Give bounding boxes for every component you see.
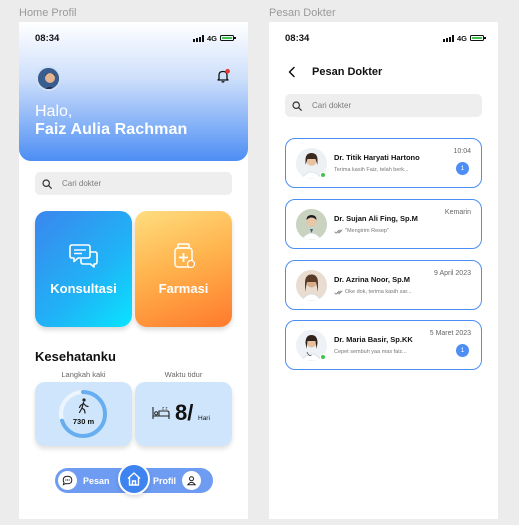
chat-time: 5 Maret 2023	[429, 330, 471, 337]
double-check-icon	[334, 290, 343, 295]
search-placeholder: Cari dokter	[62, 179, 102, 188]
frame-label-pesan: Pesan Dokter	[269, 7, 336, 19]
chat-preview-text: Oke dok, terima kasih sar...	[345, 289, 412, 295]
doctor-name: Dr. Maria Basir, Sp.KK	[334, 335, 413, 344]
nav-profil[interactable]: Profil	[153, 471, 202, 490]
double-check-icon	[334, 229, 343, 234]
konsultasi-label: Konsultasi	[50, 281, 117, 296]
medicine-bottle-icon	[173, 243, 195, 269]
signal-icon	[442, 34, 454, 42]
search-icon	[292, 100, 302, 111]
network-label: 4G	[206, 33, 217, 43]
search-placeholder: Cari dokter	[312, 101, 352, 110]
doctor-avatar	[296, 209, 327, 240]
steps-value: 730 m	[72, 417, 95, 426]
chat-item[interactable]: Dr. Sujan Ali Fing, Sp.M "Mengirim Resep…	[285, 199, 482, 249]
online-indicator	[320, 354, 326, 360]
status-bar: 08:34 4G	[35, 32, 236, 44]
chat-time: 10:04	[453, 148, 471, 155]
section-title: Kesehatanku	[35, 349, 116, 364]
nav-profil-label: Profil	[153, 475, 177, 486]
chat-preview: Terima kasih Faiz, telah berk...	[334, 167, 409, 173]
chat-item[interactable]: Dr. Azrina Noor, Sp.M Oke dok, terima ka…	[285, 260, 482, 310]
chat-item[interactable]: Dr. Titik Haryati Hartono Terima kasih F…	[285, 138, 482, 188]
chat-preview: Cepet sembuh yaa mas faiz...	[334, 349, 407, 355]
chat-item[interactable]: Dr. Maria Basir, Sp.KK Cepet sembuh yaa …	[285, 320, 482, 370]
status-time: 08:34	[285, 32, 310, 44]
chat-preview-text: Terima kasih Faiz, telah berk...	[334, 167, 409, 173]
page-title: Pesan Dokter	[312, 66, 383, 78]
search-input[interactable]: Cari dokter	[35, 172, 232, 195]
unread-badge: 1	[456, 162, 469, 175]
network-label: 4G	[456, 33, 467, 43]
user-name: Faiz Aulia Rachman	[35, 121, 188, 138]
status-time: 08:34	[35, 32, 60, 44]
farmasi-label: Farmasi	[158, 281, 209, 296]
bed-icon: z z	[152, 406, 170, 419]
steps-label: Langkah kaki	[61, 370, 106, 379]
avatar[interactable]	[36, 66, 61, 91]
nav-pesan-label: Pesan	[83, 475, 110, 486]
steps-progress-ring	[59, 390, 107, 438]
doctor-name: Dr. Sujan Ali Fing, Sp.M	[334, 214, 418, 223]
chat-preview: Oke dok, terima kasih sar...	[334, 289, 412, 295]
sleep-card[interactable]: z z 8/ Hari	[135, 382, 232, 446]
chat-preview-text: "Mengirim Resep"	[345, 228, 389, 234]
frame-label-home: Home Profil	[19, 7, 77, 19]
steps-card[interactable]: 730 m	[35, 382, 132, 446]
battery-icon	[470, 35, 486, 41]
sleep-label: Waktu tidur	[164, 370, 203, 379]
signal-icon	[192, 34, 204, 42]
doctor-name: Dr. Titik Haryati Hartono	[334, 153, 420, 162]
back-arrow-icon[interactable]	[286, 66, 298, 78]
chat-time: Kemarin	[444, 209, 471, 216]
konsultasi-button[interactable]: Konsultasi	[35, 211, 132, 327]
greeting-text: Halo,	[35, 103, 73, 120]
battery-icon	[220, 35, 236, 41]
chat-preview-text: Cepet sembuh yaa mas faiz...	[334, 349, 407, 355]
home-screen: 08:34 4G Halo, Faiz Aulia Rachman Cari d…	[19, 22, 248, 519]
chat-bubbles-icon	[68, 244, 98, 268]
sleep-value: 8/	[175, 400, 194, 425]
home-icon	[127, 472, 141, 486]
notification-bell-icon[interactable]	[215, 68, 231, 84]
svg-text:z z: z z	[162, 406, 167, 411]
search-icon	[42, 178, 52, 189]
pesan-dokter-screen: 08:34 4G Pesan Dokter Cari dokter Dr. Ti…	[269, 22, 498, 519]
farmasi-button[interactable]: Farmasi	[135, 211, 232, 327]
message-icon	[58, 471, 77, 490]
sleep-unit: Hari	[198, 415, 210, 422]
chat-time: 9 April 2023	[434, 270, 471, 277]
home-button[interactable]	[118, 463, 150, 495]
search-input[interactable]: Cari dokter	[285, 94, 482, 117]
nav-pesan[interactable]: Pesan	[58, 471, 110, 490]
unread-badge: 1	[456, 344, 469, 357]
doctor-avatar	[296, 270, 327, 301]
user-icon	[182, 471, 202, 490]
doctor-name: Dr. Azrina Noor, Sp.M	[334, 275, 410, 284]
chat-preview: "Mengirim Resep"	[334, 228, 389, 234]
walking-person-icon	[78, 398, 89, 414]
status-bar: 08:34 4G	[285, 32, 486, 44]
online-indicator	[320, 172, 326, 178]
